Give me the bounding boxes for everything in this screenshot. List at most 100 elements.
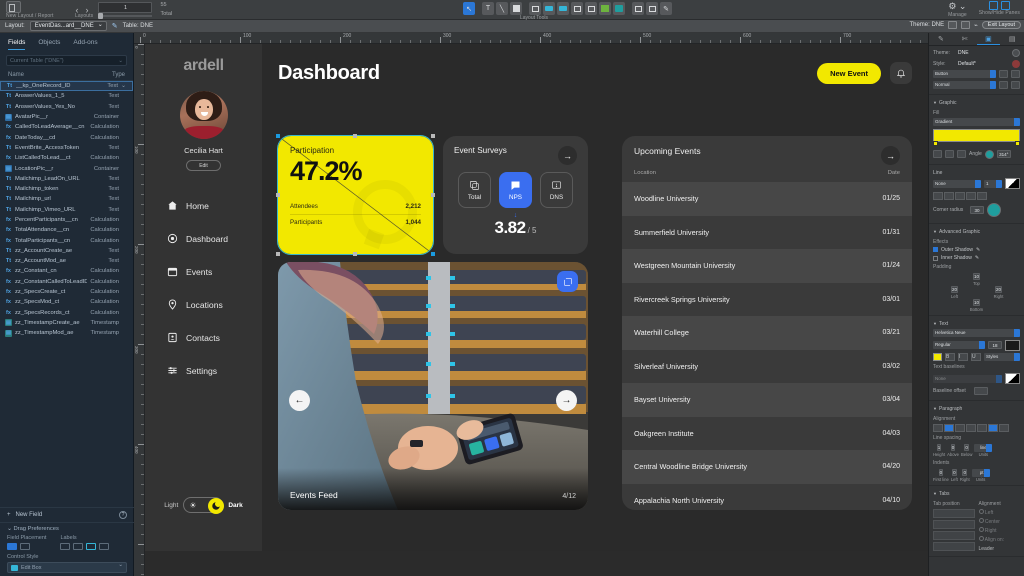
label-left-icon[interactable] (86, 543, 97, 550)
tab-align-left-option[interactable]: Left (978, 509, 1021, 516)
align-justify-icon[interactable] (966, 424, 976, 432)
layout-slider[interactable]: 1 (98, 2, 153, 19)
table-row[interactable]: Bayset University 03/04 (622, 383, 912, 417)
corner-radius-preview[interactable] (987, 203, 1001, 217)
gradient-radial-icon[interactable] (945, 150, 954, 158)
field-row-caret-icon[interactable]: ⌄ (121, 83, 127, 89)
table-row[interactable]: Summerfield University 01/31 (622, 216, 912, 250)
tab-align-right-option[interactable]: Right (978, 527, 1021, 534)
field-row[interactable]: ▤ zz_TimestampCreate_ae Timestamp (0, 318, 133, 328)
outer-shadow-row[interactable]: Outer Shadow ✎ (933, 247, 1020, 253)
survey-tile-dns[interactable]: DNS (540, 172, 573, 208)
field-row[interactable]: Tt Mailchimp_url Text (0, 194, 133, 204)
label-none-icon[interactable] (60, 543, 71, 550)
feed-next-button[interactable]: → (556, 390, 577, 411)
baseline-offset-value[interactable] (974, 386, 988, 395)
ls-units-select[interactable]: lines (974, 444, 993, 452)
sidebar-item-home[interactable]: Home (167, 189, 262, 222)
line-weight-select[interactable]: 1 (984, 179, 1002, 188)
inner-shadow-row[interactable]: Inner Shadow ✎ (933, 255, 1020, 261)
help-icon[interactable]: ? (119, 511, 127, 519)
tool-webviewer[interactable] (613, 2, 625, 15)
tool-line[interactable]: ╲ (496, 2, 508, 15)
paragraph-header[interactable]: ▼ Paragraph (933, 404, 1020, 414)
participation-card[interactable]: Participation 47.2% Attendees 2,212 Part… (276, 134, 435, 256)
label-above-icon[interactable] (73, 543, 84, 550)
tab-position-row[interactable] (933, 531, 975, 540)
state-normal-edit-icon[interactable] (1011, 80, 1020, 89)
valign-bottom-icon[interactable] (999, 424, 1009, 432)
fields-list[interactable]: Tt __kp_OneRecord_ID Text ⌄ Tt AnswerValues_1… (0, 81, 133, 338)
feed-expand-button[interactable] (557, 271, 578, 292)
resize-handle-bl[interactable] (276, 252, 280, 256)
baseline-color-swatch[interactable] (1005, 373, 1020, 384)
state-button-select[interactable]: Button (933, 70, 996, 78)
line-style-select[interactable]: None (933, 179, 981, 188)
field-row[interactable]: fx zz_SpecsCreate_ct Calculation (0, 287, 133, 297)
tabs-header[interactable]: ▼ Tabs (933, 489, 1020, 499)
tool-field-picker[interactable] (632, 2, 644, 15)
resize-handle-mr[interactable] (431, 193, 435, 197)
advanced-graphic-header[interactable]: ▼ Advanced Graphic (933, 227, 1020, 237)
graphic-header[interactable]: ▼ Graphic (933, 98, 1020, 108)
tool-chart[interactable] (599, 2, 611, 15)
tool-tab-control[interactable] (585, 2, 597, 15)
padding-left-value[interactable]: 20 (950, 286, 958, 293)
surveys-arrow-icon[interactable]: → (558, 146, 577, 165)
field-row[interactable]: Tt AnswerValues_Yes_No Text (0, 102, 133, 112)
labels-options[interactable] (60, 543, 110, 550)
tab-position-row[interactable] (933, 542, 975, 551)
angle-value[interactable]: 314° (996, 150, 1011, 158)
grid-icon[interactable] (961, 21, 971, 29)
surveys-tiles[interactable]: Total NPS DNS (454, 172, 577, 208)
underline-icon[interactable]: U (971, 353, 981, 361)
new-layout-icon[interactable] (6, 0, 21, 13)
tool-pointer[interactable]: ↖ (463, 2, 475, 15)
state-button-add-icon[interactable] (999, 70, 1008, 78)
italic-icon[interactable]: I (958, 353, 968, 361)
layout-select[interactable]: EventDas...ard__DNE (29, 21, 107, 31)
field-row[interactable]: Tt Mailchimp_LeadOn_URL Text (0, 174, 133, 184)
field-row[interactable]: Tt EventBrite_AccessToken Text (0, 143, 133, 153)
field-row[interactable]: Tt zz_AccountCreate_ae Text (0, 246, 133, 256)
show-hide-panes-button[interactable]: Show/Hide Panes (979, 1, 1020, 16)
table-row[interactable]: Silverleaf University 03/02 (622, 350, 912, 384)
field-placement-options[interactable] (7, 543, 46, 550)
left-pane-icon[interactable] (988, 1, 998, 10)
field-row[interactable]: ▤ LocationPic__r Container (0, 163, 133, 173)
padding-top-value[interactable]: 10 (972, 273, 980, 280)
tool-button-bar[interactable] (557, 2, 569, 15)
label-inline-icon[interactable] (99, 543, 110, 550)
placement-vertical-icon[interactable] (7, 543, 17, 550)
exit-layout-button[interactable]: Exit Layout (981, 21, 1021, 29)
table-row[interactable]: Woodline University 01/25 (622, 182, 912, 216)
drag-preferences-label[interactable]: ⌄ Drag Preferences (7, 526, 127, 532)
resize-handle-tc[interactable] (353, 134, 357, 138)
line-border-buttons[interactable] (933, 192, 1020, 200)
sidebar-item-dashboard[interactable]: Dashboard (167, 222, 262, 255)
sidebar-item-events[interactable]: Events (167, 255, 262, 288)
field-row[interactable]: fx DateToday__cd Calculation (0, 132, 133, 142)
resize-handle-tl[interactable] (276, 134, 280, 138)
resize-handle-tr[interactable] (431, 134, 435, 138)
angle-dial[interactable] (984, 149, 994, 159)
text-highlight-icon[interactable] (933, 353, 942, 361)
moon-knob[interactable] (208, 498, 225, 514)
tab-position-row[interactable] (933, 509, 975, 518)
tool-format-painter[interactable]: ✎ (660, 2, 672, 15)
outer-shadow-checkbox[interactable] (933, 247, 938, 252)
field-row[interactable]: fx TotalAttendance__cn Calculation (0, 225, 133, 235)
gear-icon[interactable]: ⚙ ⌄ (948, 1, 967, 12)
survey-tile-nps[interactable]: NPS (499, 172, 532, 208)
inspector-tab-styles[interactable]: ✄ (953, 33, 977, 45)
feed-prev-button[interactable]: ← (289, 390, 310, 411)
inspector-tab-data[interactable]: ▤ (1000, 33, 1024, 45)
resize-handle-br[interactable] (431, 252, 435, 256)
field-row[interactable]: Tt AnswerValues_1_5 Text (0, 91, 133, 101)
padding-bottom-value[interactable]: 10 (972, 299, 980, 306)
sidebar-item-settings[interactable]: Settings (167, 354, 262, 387)
field-row[interactable]: ▤ AvatarPic__r Container (0, 112, 133, 122)
valign-middle-icon[interactable] (988, 424, 998, 432)
event-surveys-card[interactable]: Event Surveys → Total NPS DNS ↓ 3.82 / 5 (443, 136, 588, 254)
events-arrow-icon[interactable]: → (881, 146, 900, 165)
